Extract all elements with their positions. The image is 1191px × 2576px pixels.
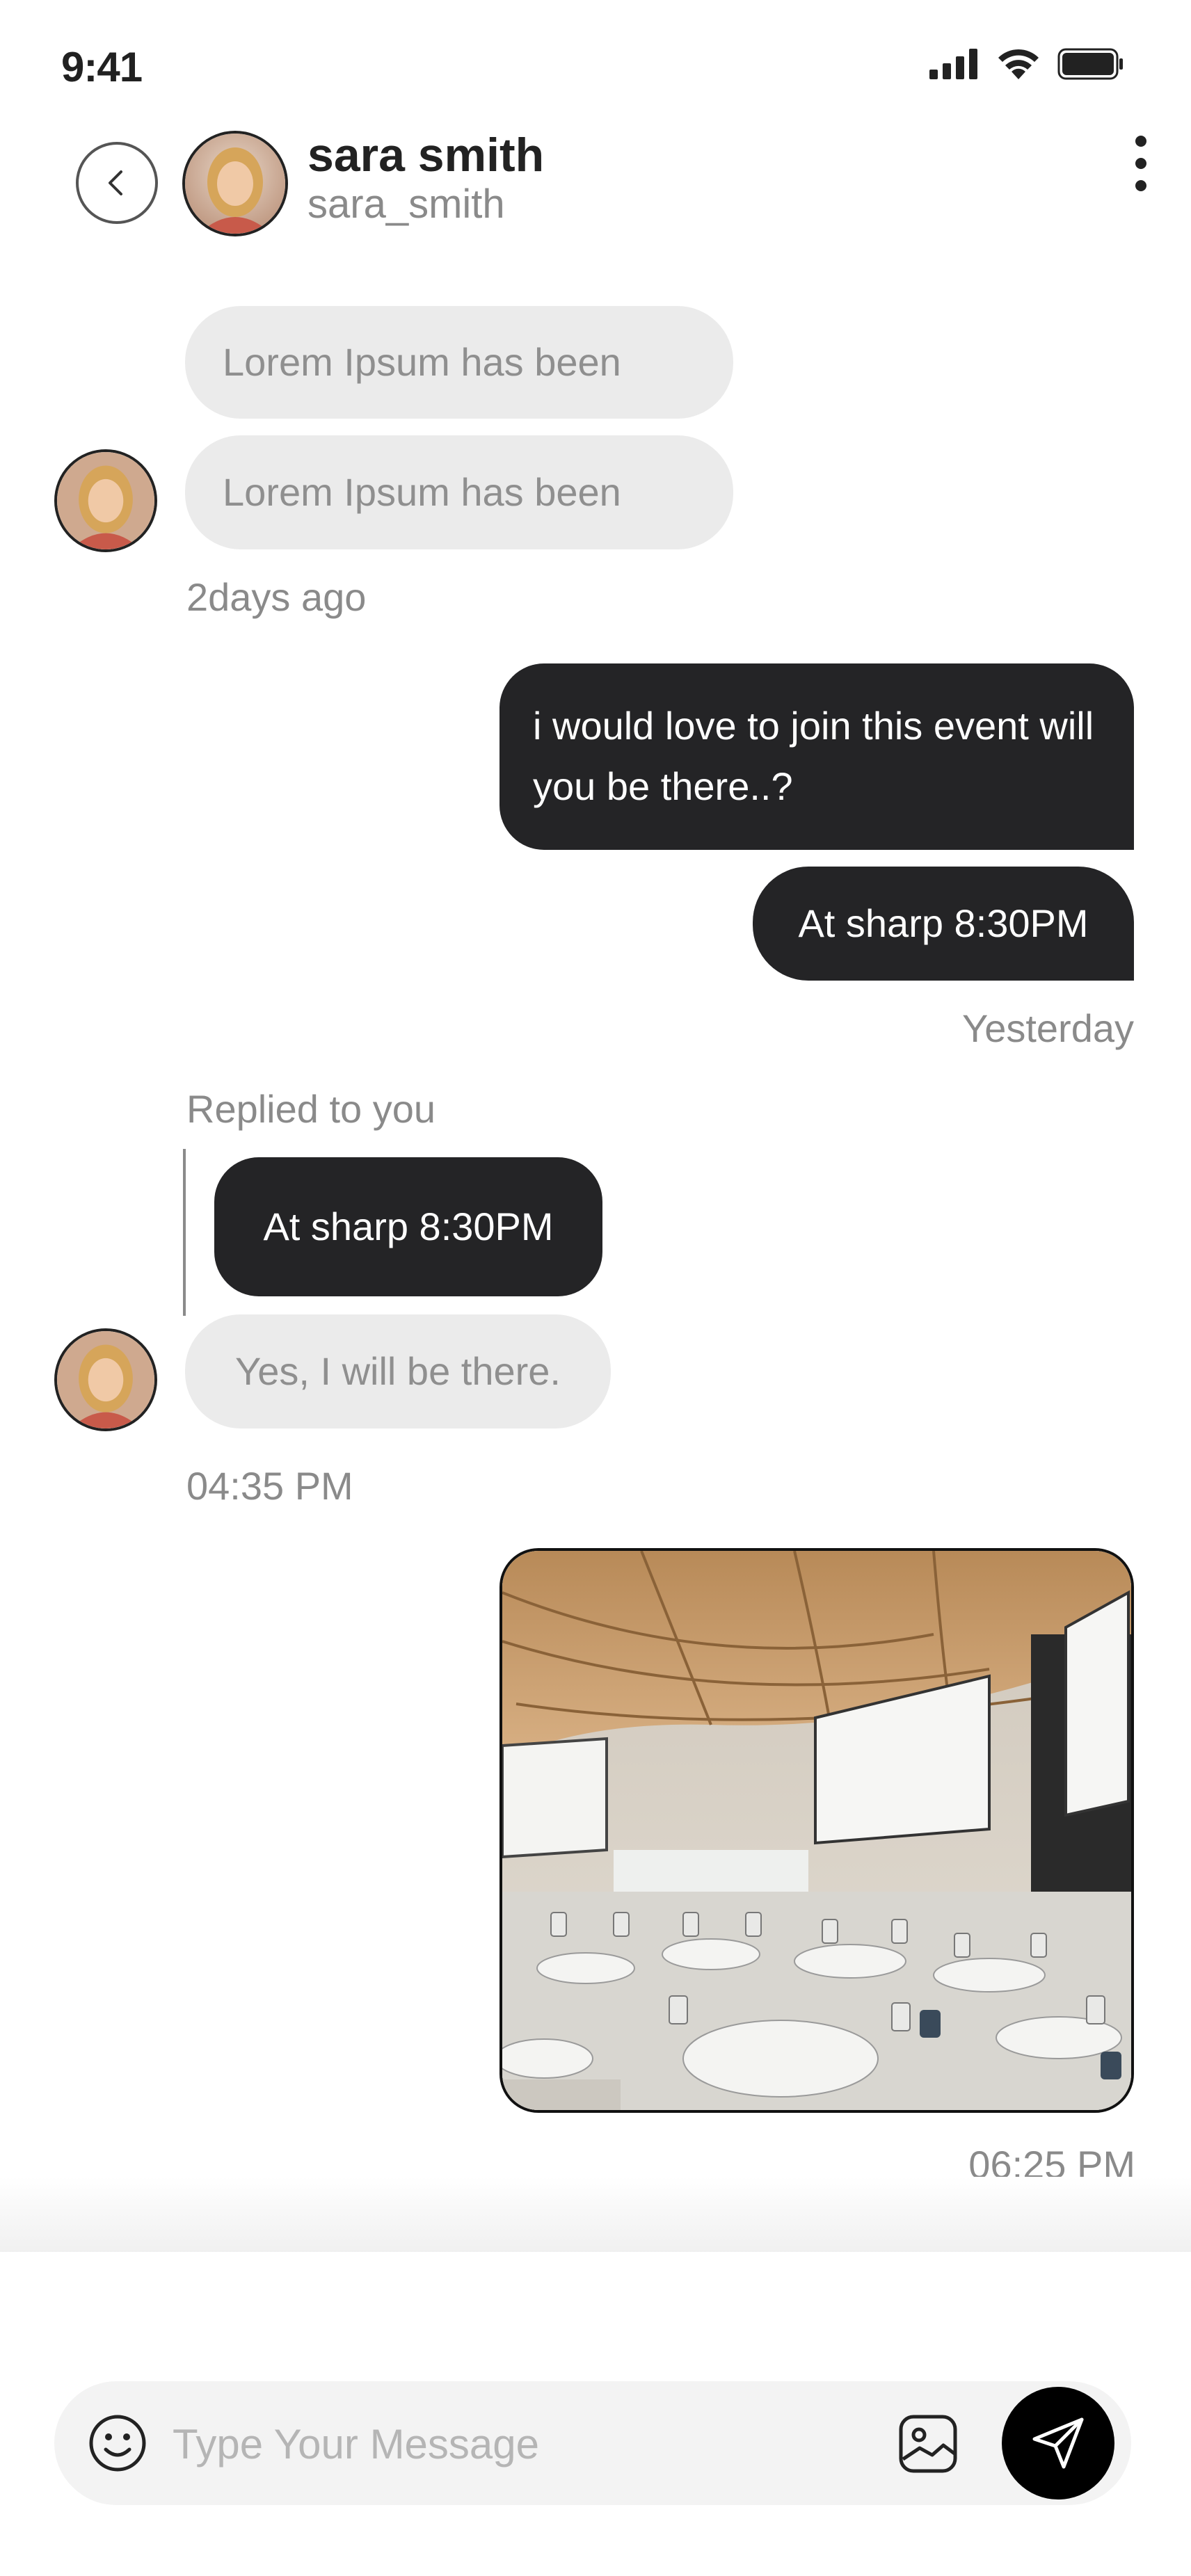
incoming-message[interactable]: Lorem Ipsum has been: [185, 435, 733, 549]
message-text: Lorem Ipsum has been: [223, 469, 621, 514]
image-message[interactable]: [499, 1548, 1134, 2113]
outgoing-message[interactable]: At sharp 8:30PM: [753, 867, 1134, 981]
image-icon[interactable]: [897, 2413, 959, 2474]
chevron-left-icon: [76, 142, 158, 224]
quoted-message[interactable]: At sharp 8:30PM: [214, 1157, 602, 1296]
timestamp: Yesterday: [962, 1006, 1134, 1050]
reply-indicator-line: [183, 1149, 186, 1316]
status-icons: [929, 47, 1124, 81]
back-button[interactable]: [54, 139, 179, 227]
incoming-message[interactable]: Yes, I will be there.: [185, 1314, 611, 1428]
avatar[interactable]: [182, 131, 288, 236]
contact-username: sara_smith: [307, 182, 505, 227]
send-button[interactable]: [1002, 2387, 1114, 2499]
message-text: i would love to join this event will you…: [533, 704, 1094, 808]
wifi-icon: [998, 49, 1039, 79]
timestamp: 2days ago: [186, 575, 367, 619]
timestamp: 04:35 PM: [186, 1464, 353, 1508]
message-text: Lorem Ipsum has been: [223, 339, 621, 384]
message-text: Yes, I will be there.: [235, 1349, 561, 1393]
status-time: 9:41: [61, 44, 143, 90]
message-text: At sharp 8:30PM: [263, 1204, 554, 1248]
message-text: At sharp 8:30PM: [798, 901, 1089, 945]
reply-label: Replied to you: [186, 1087, 436, 1131]
more-vertical-icon[interactable]: [1127, 136, 1155, 191]
message-composer: [54, 2381, 1131, 2505]
send-icon: [1032, 2417, 1084, 2469]
signal-icon: [929, 49, 977, 79]
message-input[interactable]: [171, 2409, 870, 2479]
composer-shadow: [0, 2177, 1191, 2253]
outgoing-message[interactable]: i would love to join this event will you…: [499, 663, 1134, 850]
conference-hall-photo: [502, 1551, 1131, 2110]
incoming-message[interactable]: Lorem Ipsum has been: [185, 306, 733, 419]
contact-name: sara smith: [307, 129, 545, 182]
smiley-icon[interactable]: [88, 2413, 147, 2473]
avatar[interactable]: [54, 449, 157, 552]
avatar[interactable]: [54, 1328, 157, 1431]
battery-icon: [1057, 48, 1123, 80]
